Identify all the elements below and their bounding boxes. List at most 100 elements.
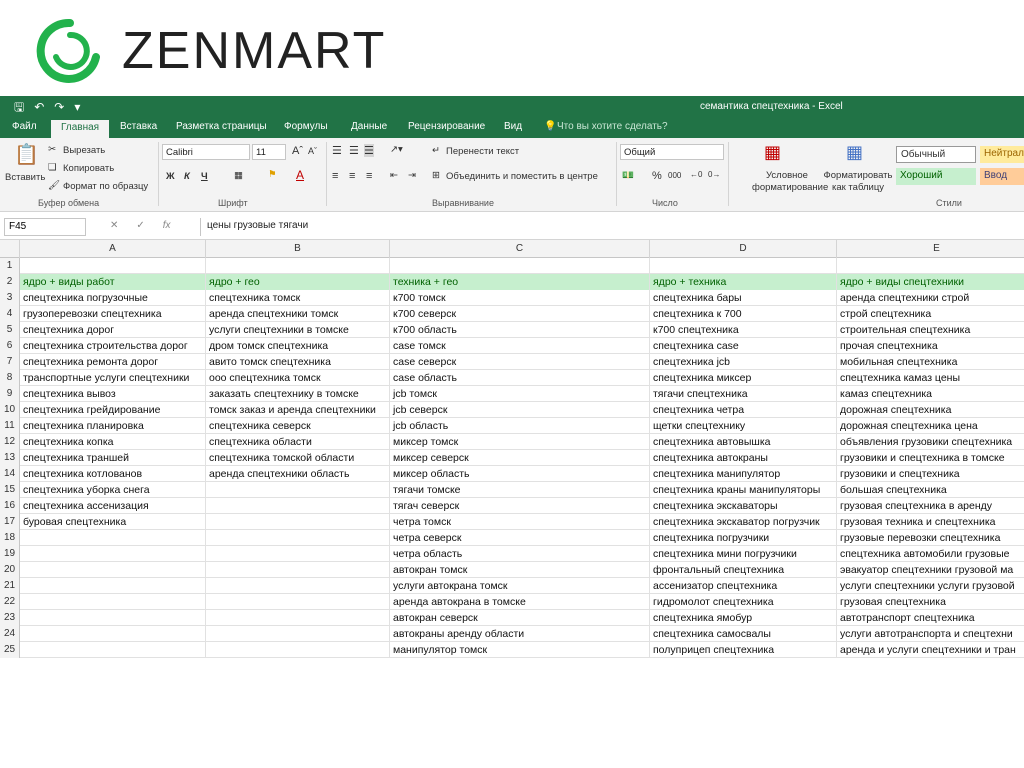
cell-e22[interactable]: грузовая спецтехника bbox=[837, 594, 1024, 610]
cell-b11[interactable]: спецтехника северск bbox=[206, 418, 390, 434]
cell-e16[interactable]: грузовая спецтехника в аренду bbox=[837, 498, 1024, 514]
cell-e18[interactable]: грузовые перевозки спецтехника bbox=[837, 530, 1024, 546]
underline-button[interactable]: Ч bbox=[201, 171, 208, 182]
cell-a6[interactable]: спецтехника строительства дорог bbox=[20, 338, 206, 354]
save-icon[interactable]: 🖫 bbox=[14, 99, 24, 115]
cell-d21[interactable]: ассенизатор спецтехника bbox=[650, 578, 837, 594]
select-all-corner[interactable] bbox=[0, 240, 20, 258]
cell-b2[interactable]: ядро + гео bbox=[206, 274, 390, 290]
cell-b5[interactable]: услуги спецтехники в томске bbox=[206, 322, 390, 338]
tab-insert[interactable]: Вставка bbox=[120, 121, 157, 132]
cell-e12[interactable]: объявления грузовики спецтехника bbox=[837, 434, 1024, 450]
cell-c14[interactable]: миксер область bbox=[390, 466, 650, 482]
bold-button[interactable]: Ж bbox=[166, 171, 175, 182]
cell-e2[interactable]: ядро + виды спецтехники bbox=[837, 274, 1024, 290]
cell-a15[interactable]: спецтехника уборка снега bbox=[20, 482, 206, 498]
row-number[interactable]: 12 bbox=[0, 434, 20, 450]
cell-c15[interactable]: тягачи томске bbox=[390, 482, 650, 498]
row-number[interactable]: 20 bbox=[0, 562, 20, 578]
align-bottom-icon[interactable]: ☰ bbox=[364, 144, 374, 157]
cell-e13[interactable]: грузовики и спецтехника в томске bbox=[837, 450, 1024, 466]
row-number[interactable]: 7 bbox=[0, 354, 20, 370]
cell-d13[interactable]: спецтехника автокраны bbox=[650, 450, 837, 466]
align-left-icon[interactable]: ≡ bbox=[332, 170, 338, 182]
tell-me-search[interactable]: Что вы хотите сделать? bbox=[557, 121, 668, 132]
cell-b20[interactable] bbox=[206, 562, 390, 578]
style-normal[interactable]: Обычный bbox=[896, 146, 976, 163]
cell-a8[interactable]: транспортные услуги спецтехники bbox=[20, 370, 206, 386]
cell-e11[interactable]: дорожная спецтехника цена bbox=[837, 418, 1024, 434]
merge-icon[interactable]: ⊞ bbox=[432, 170, 440, 181]
cell-d24[interactable]: спецтехника самосвалы bbox=[650, 626, 837, 642]
row-number[interactable]: 3 bbox=[0, 290, 20, 306]
cell-d25[interactable]: полуприцеп спецтехника bbox=[650, 642, 837, 658]
cell-c22[interactable]: аренда автокрана в томске bbox=[390, 594, 650, 610]
cell-d1[interactable] bbox=[650, 258, 837, 274]
row-number[interactable]: 24 bbox=[0, 626, 20, 642]
font-name-select[interactable]: Calibri bbox=[162, 144, 250, 160]
cell-a2[interactable]: ядро + виды работ bbox=[20, 274, 206, 290]
decrease-font-icon[interactable]: Aˇ bbox=[308, 146, 317, 156]
cell-b13[interactable]: спецтехника томской области bbox=[206, 450, 390, 466]
cell-d9[interactable]: тягачи спецтехника bbox=[650, 386, 837, 402]
name-box[interactable]: F45 bbox=[4, 218, 86, 236]
orientation-icon[interactable]: ↗▾ bbox=[390, 144, 403, 155]
increase-decimal-icon[interactable]: ←0 bbox=[690, 170, 702, 179]
cell-a11[interactable]: спецтехника планировка bbox=[20, 418, 206, 434]
cell-a4[interactable]: грузоперевозки спецтехника bbox=[20, 306, 206, 322]
cut-icon[interactable]: ✂ bbox=[48, 144, 56, 155]
cell-c6[interactable]: case томск bbox=[390, 338, 650, 354]
column-header-a[interactable]: A bbox=[20, 240, 206, 258]
cell-a7[interactable]: спецтехника ремонта дорог bbox=[20, 354, 206, 370]
cell-c18[interactable]: четра северск bbox=[390, 530, 650, 546]
cell-c2[interactable]: техника + гео bbox=[390, 274, 650, 290]
format-painter-icon[interactable]: 🖌 bbox=[48, 180, 60, 191]
cell-e23[interactable]: автотранспорт спецтехника bbox=[837, 610, 1024, 626]
wrap-text-icon[interactable]: ↵ bbox=[432, 145, 440, 156]
cell-c5[interactable]: к700 область bbox=[390, 322, 650, 338]
cell-b25[interactable] bbox=[206, 642, 390, 658]
row-number[interactable]: 8 bbox=[0, 370, 20, 386]
cell-d14[interactable]: спецтехника манипулятор bbox=[650, 466, 837, 482]
currency-format-icon[interactable]: 💵 bbox=[622, 170, 634, 181]
row-number[interactable]: 11 bbox=[0, 418, 20, 434]
align-right-icon[interactable]: ≡ bbox=[366, 170, 372, 182]
cell-c20[interactable]: автокран томск bbox=[390, 562, 650, 578]
wrap-text-button[interactable]: Перенести текст bbox=[446, 146, 519, 157]
cell-b7[interactable]: авито томск спецтехника bbox=[206, 354, 390, 370]
cell-b14[interactable]: аренда спецтехники область bbox=[206, 466, 390, 482]
cell-a20[interactable] bbox=[20, 562, 206, 578]
cell-c12[interactable]: миксер томск bbox=[390, 434, 650, 450]
style-good[interactable]: Хороший bbox=[896, 168, 976, 185]
row-number[interactable]: 17 bbox=[0, 514, 20, 530]
cell-a18[interactable] bbox=[20, 530, 206, 546]
cell-c19[interactable]: четра область bbox=[390, 546, 650, 562]
row-number[interactable]: 9 bbox=[0, 386, 20, 402]
conditional-formatting-icon[interactable]: ▦ bbox=[764, 142, 781, 163]
row-number[interactable]: 18 bbox=[0, 530, 20, 546]
enter-icon[interactable]: ✓ bbox=[136, 220, 144, 231]
cell-c24[interactable]: автокраны аренду области bbox=[390, 626, 650, 642]
cell-e21[interactable]: услуги спецтехники услуги грузовой bbox=[837, 578, 1024, 594]
cell-b12[interactable]: спецтехника области bbox=[206, 434, 390, 450]
row-number[interactable]: 16 bbox=[0, 498, 20, 514]
cell-e3[interactable]: аренда спецтехники строй bbox=[837, 290, 1024, 306]
cell-c17[interactable]: четра томск bbox=[390, 514, 650, 530]
row-number[interactable]: 19 bbox=[0, 546, 20, 562]
formula-input[interactable]: цены грузовые тягачи bbox=[200, 218, 1024, 236]
cell-a17[interactable]: буровая спецтехника bbox=[20, 514, 206, 530]
cell-d15[interactable]: спецтехника краны манипуляторы bbox=[650, 482, 837, 498]
cell-b17[interactable] bbox=[206, 514, 390, 530]
cell-d11[interactable]: щетки спецтехнику bbox=[650, 418, 837, 434]
cell-d17[interactable]: спецтехника экскаватор погрузчик bbox=[650, 514, 837, 530]
cell-d23[interactable]: спецтехника ямобур bbox=[650, 610, 837, 626]
cell-a21[interactable] bbox=[20, 578, 206, 594]
cell-d4[interactable]: спецтехника к 700 bbox=[650, 306, 837, 322]
increase-indent-icon[interactable]: ⇥ bbox=[408, 170, 416, 181]
font-size-select[interactable]: 11 bbox=[252, 144, 286, 160]
cell-e5[interactable]: строительная спецтехника bbox=[837, 322, 1024, 338]
column-header-e[interactable]: E bbox=[837, 240, 1024, 258]
tab-page-layout[interactable]: Разметка страницы bbox=[176, 121, 267, 132]
format-painter-button[interactable]: Формат по образцу bbox=[63, 181, 148, 192]
align-middle-icon[interactable]: ☰ bbox=[349, 144, 359, 157]
